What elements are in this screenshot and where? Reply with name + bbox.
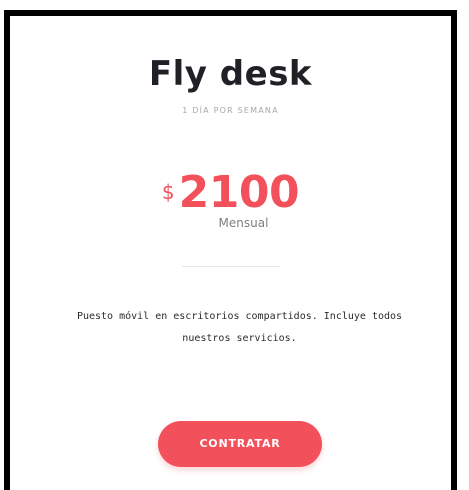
pricing-card: Fly desk 1 DÍA POR SEMANA $2100 Mensual … <box>10 16 451 490</box>
plan-title: Fly desk <box>148 54 313 94</box>
price-row: $2100 <box>10 168 451 218</box>
plan-frequency: 1 DÍA POR SEMANA <box>182 106 279 115</box>
currency-symbol: $ <box>161 180 175 204</box>
price-amount: 2100 <box>178 167 300 218</box>
plan-description: Puesto móvil en escritorios compartidos.… <box>76 311 403 344</box>
pricing-card-frame: Fly desk 1 DÍA POR SEMANA $2100 Mensual … <box>4 10 457 490</box>
billing-period: Mensual <box>218 216 269 230</box>
contratar-button[interactable]: CONTRATAR <box>158 421 322 467</box>
divider <box>181 266 280 267</box>
